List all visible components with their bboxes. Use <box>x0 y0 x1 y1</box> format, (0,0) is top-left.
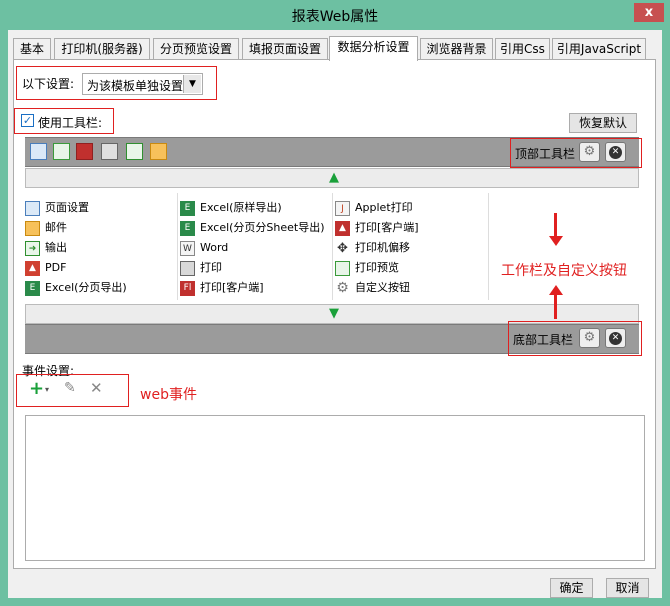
list-item-excel-paged[interactable]: E Excel(分页导出) <box>25 278 127 298</box>
flash-icon: Fl <box>180 280 195 296</box>
list-item-label: 打印机偏移 <box>355 241 410 254</box>
preview-icon <box>335 260 350 276</box>
settings-select-value: 为该模板单独设置 <box>87 79 184 93</box>
list-item-print-preview[interactable]: 打印预览 <box>335 258 399 278</box>
use-toolbar-label: 使用工具栏: <box>38 116 103 130</box>
move-icon: ✥ <box>337 240 348 256</box>
list-item-applet-print[interactable]: J Applet打印 <box>335 198 413 218</box>
edit-pencil-icon[interactable]: ✎ <box>64 380 76 396</box>
list-item-print-flash[interactable]: Fl 打印[客户端] <box>180 278 264 298</box>
list-item-label: Excel(原样导出) <box>200 201 282 214</box>
bottom-toolbar-label: 底部工具栏 <box>513 333 574 347</box>
list-item-label: Excel(分页分Sheet导出) <box>200 221 325 234</box>
excel-icon: E <box>25 280 40 296</box>
tab-panel: 以下设置: 为该模板单独设置 ▼ ✓ 使用工具栏: 恢复默认 顶部工具栏 ⚙ ✕… <box>13 59 656 569</box>
list-item-label: 邮件 <box>45 221 67 234</box>
gear-icon: ⚙ <box>336 279 349 296</box>
chevron-down-icon[interactable]: ▼ <box>183 75 201 93</box>
chevron-down-icon[interactable]: ▾ <box>45 385 49 394</box>
list-item-excel-sheet[interactable]: E Excel(分页分Sheet导出) <box>180 218 325 238</box>
word-icon: W <box>180 240 195 256</box>
list-item-label: Word <box>200 241 229 254</box>
list-item-custom-button[interactable]: ⚙ 自定义按钮 <box>335 278 410 298</box>
use-toolbar-checkbox[interactable]: ✓ <box>21 114 34 127</box>
print-preview-icon[interactable] <box>53 143 70 160</box>
excel-icon: E <box>180 220 195 236</box>
print-icon <box>180 260 195 276</box>
restore-default-button[interactable]: 恢复默认 <box>569 113 637 133</box>
top-toolbar-gear-icon[interactable]: ⚙ <box>579 142 600 162</box>
excel-icon: E <box>180 200 195 216</box>
window-title: 报表Web属性 <box>291 9 379 25</box>
list-item-word[interactable]: W Word <box>180 238 228 258</box>
page-setup-icon <box>25 200 40 216</box>
mail-icon <box>25 220 40 236</box>
ok-button[interactable]: 确定 <box>550 578 593 598</box>
list-item-label: 页面设置 <box>45 201 89 214</box>
annotation-arrow-down-shaft <box>554 295 557 319</box>
bottom-toolbar-gear-icon[interactable]: ⚙ <box>579 328 600 348</box>
list-item-print-client[interactable]: ▲ 打印[客户端] <box>335 218 419 238</box>
annotation-arrow-down-head <box>549 236 563 246</box>
tab-css[interactable]: 引用Css <box>495 38 550 60</box>
list-item-label: Applet打印 <box>355 201 413 214</box>
annotation-event-note: web事件 <box>140 387 197 403</box>
list-item-export[interactable]: ➜ 输出 <box>25 238 67 258</box>
delete-icon[interactable]: ✕ <box>90 379 103 397</box>
list-item-print[interactable]: 打印 <box>180 258 222 278</box>
top-toolbar-remove-icon[interactable]: ✕ <box>605 142 626 162</box>
list-item-label: 输出 <box>45 241 67 254</box>
list-item-label: Excel(分页导出) <box>45 281 127 294</box>
button-list: 页面设置 E Excel(原样导出) J Applet打印 邮件 E Excel(分页… <box>25 193 639 300</box>
annotation-arrow-up-head <box>549 285 563 295</box>
tab-printer-server[interactable]: 打印机(服务器) <box>54 38 150 60</box>
tab-basic[interactable]: 基本 <box>13 38 51 60</box>
settings-select[interactable]: 为该模板单独设置 ▼ <box>82 73 203 95</box>
annotation-toolbar-note: 工作栏及自定义按钮 <box>501 263 627 279</box>
list-item-label: 打印[客户端] <box>355 221 419 234</box>
print-icon[interactable] <box>101 143 118 160</box>
cancel-button[interactable]: 取消 <box>606 578 649 598</box>
event-list[interactable] <box>25 415 645 561</box>
mail-icon[interactable] <box>150 143 167 160</box>
top-toolbar-label: 顶部工具栏 <box>515 147 576 161</box>
bottom-toolbar-remove-icon[interactable]: ✕ <box>605 328 626 348</box>
pdf-icon: ▲ <box>335 220 350 236</box>
page-setup-icon[interactable] <box>30 143 47 160</box>
tab-paging-preview[interactable]: 分页预览设置 <box>153 38 239 60</box>
list-item-label: 打印 <box>200 261 222 274</box>
list-item-pdf[interactable]: ▲ PDF <box>25 258 66 278</box>
list-item-mail[interactable]: 邮件 <box>25 218 67 238</box>
tab-browser-background[interactable]: 浏览器背景 <box>420 38 493 60</box>
list-item-label: 打印预览 <box>355 261 399 274</box>
list-item-label: 打印[客户端] <box>200 281 264 294</box>
arrow-up-icon[interactable]: ▲ <box>329 171 339 185</box>
list-item-label: 自定义按钮 <box>355 281 410 294</box>
title-bar: 报表Web属性 x <box>0 0 670 30</box>
tab-javascript[interactable]: 引用JavaScript <box>552 38 646 60</box>
close-icon[interactable]: x <box>634 3 664 22</box>
list-item-printer-offset[interactable]: ✥ 打印机偏移 <box>335 238 410 258</box>
dialog-client: 基本 打印机(服务器) 分页预览设置 填报页面设置 数据分析设置 浏览器背景 引… <box>8 30 662 598</box>
pdf-icon[interactable] <box>76 143 93 160</box>
add-event-icon[interactable]: + <box>29 378 44 399</box>
arrow-down-icon[interactable]: ▼ <box>329 307 339 321</box>
export-icon[interactable] <box>126 143 143 160</box>
pdf-icon: ▲ <box>25 260 40 276</box>
list-item-page-setup[interactable]: 页面设置 <box>25 198 89 218</box>
export-icon: ➜ <box>25 240 40 256</box>
annotation-arrow-up-shaft <box>554 213 557 237</box>
list-item-excel-original[interactable]: E Excel(原样导出) <box>180 198 282 218</box>
tab-data-analysis[interactable]: 数据分析设置 <box>329 36 418 61</box>
applet-icon: J <box>335 200 350 216</box>
tab-fill-page[interactable]: 填报页面设置 <box>242 38 328 60</box>
settings-label: 以下设置: <box>22 77 75 91</box>
top-move-bar[interactable]: ▲ <box>25 168 639 188</box>
list-item-label: PDF <box>45 261 67 274</box>
dialog-window: 报表Web属性 x 基本 打印机(服务器) 分页预览设置 填报页面设置 数据分析… <box>0 0 670 606</box>
